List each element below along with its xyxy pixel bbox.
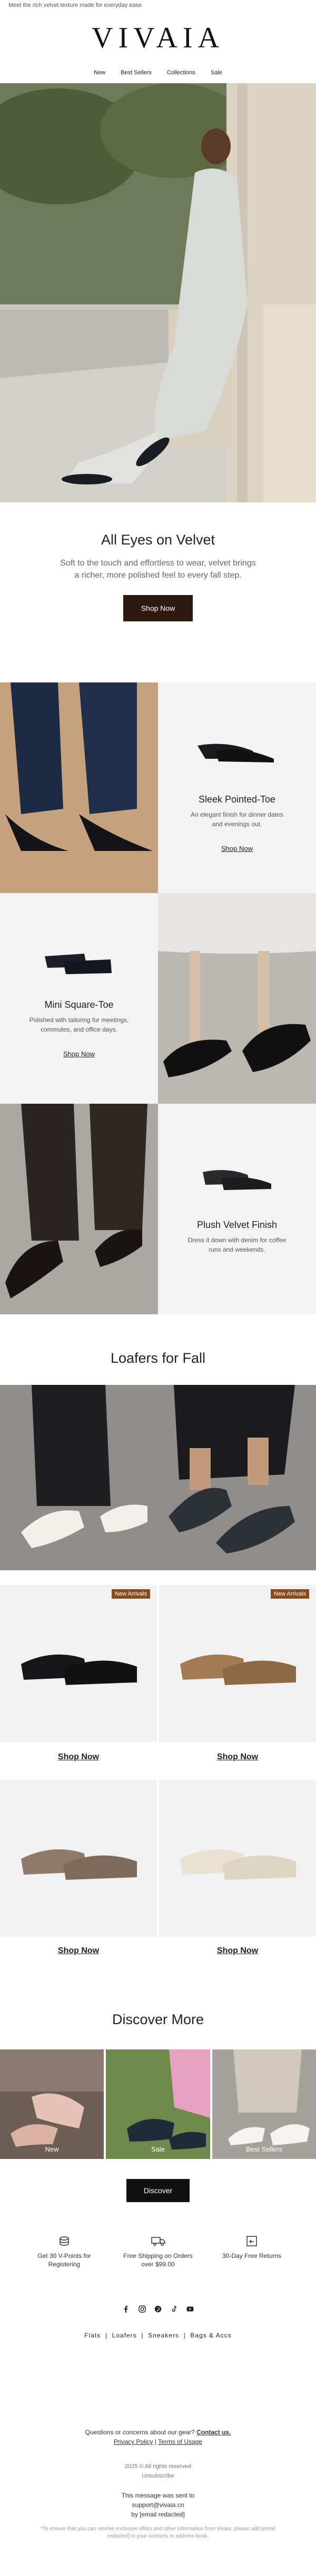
new-arrivals-badge-2: New Arrivals bbox=[271, 1589, 310, 1599]
coins-icon bbox=[58, 2235, 71, 2250]
perk-free-returns: 30-Day Free Returns bbox=[222, 2252, 282, 2260]
discover-best-sellers-photo bbox=[212, 2049, 316, 2159]
nav-item-sale[interactable]: Sale bbox=[211, 70, 222, 76]
tile-link-pointed-toe[interactable]: Shop Now bbox=[158, 845, 316, 853]
product-shop-now-3[interactable]: Shop Now bbox=[0, 1946, 157, 1956]
footer-disclaimer: *To ensure that you can receive exclusiv… bbox=[41, 2526, 275, 2539]
tile-desc-square-toe: Polished with tailoring for meetings, co… bbox=[29, 1016, 129, 1033]
pinterest-icon[interactable] bbox=[154, 2305, 162, 2315]
product-card-1[interactable] bbox=[0, 1585, 157, 1742]
footer-questions: Questions or concerns about our gear? Co… bbox=[0, 2428, 316, 2437]
tile-title-plush-velvet: Plush Velvet Finish bbox=[196, 1220, 278, 1230]
plush-velvet-product-photo bbox=[203, 1170, 271, 1190]
brand-logo[interactable]: VIVAIA bbox=[0, 23, 316, 53]
tile-image-pointed-toe[interactable] bbox=[0, 682, 158, 893]
discover-caption-new: New bbox=[45, 2145, 59, 2153]
footer-policy-links: Privacy Policy | Terms of Usage bbox=[0, 2437, 316, 2446]
youtube-icon[interactable] bbox=[186, 2305, 194, 2315]
category-divider: | bbox=[103, 2332, 110, 2339]
instagram-icon[interactable] bbox=[138, 2305, 146, 2315]
privacy-policy-link[interactable]: Privacy Policy bbox=[114, 2438, 153, 2445]
discover-caption-sale: Sale bbox=[151, 2145, 165, 2153]
terms-link[interactable]: Terms of Usage bbox=[158, 2438, 202, 2445]
nav-item-collections[interactable]: Collections bbox=[167, 70, 195, 76]
tan-loafer-photo bbox=[180, 1654, 296, 1685]
loafers-banner-image[interactable] bbox=[0, 1385, 316, 1570]
tile-title-pointed-toe: Sleek Pointed-Toe bbox=[198, 794, 276, 805]
tile-title-square-toe: Mini Square-Toe bbox=[44, 999, 114, 1010]
tile-link-square-toe[interactable]: Shop Now bbox=[0, 1050, 158, 1058]
perk-free-shipping: Free Shipping on Orders over $99.00 bbox=[123, 2252, 193, 2268]
tile-desc-pointed-toe: An elegant finish for dinner dates and e… bbox=[191, 811, 283, 828]
product-shop-now-2[interactable]: Shop Now bbox=[159, 1752, 316, 1762]
product-card-3[interactable] bbox=[0, 1780, 157, 1937]
discover-best-sellers[interactable] bbox=[212, 2049, 316, 2159]
tiktok-icon[interactable] bbox=[171, 2305, 178, 2315]
unsubscribe-link[interactable]: Unsubscribe bbox=[0, 2472, 316, 2481]
shop-now-button[interactable]: Shop Now bbox=[123, 595, 193, 621]
preheader-text: Meet the rich velvet texture made for ev… bbox=[8, 2, 142, 8]
product-card-4[interactable] bbox=[159, 1780, 316, 1937]
category-divider: | bbox=[139, 2332, 146, 2339]
velvet-description: Soft to the touch and effortless to wear… bbox=[60, 559, 256, 580]
discover-caption-best-sellers: Best Sellers bbox=[245, 2145, 283, 2153]
product-shop-now-1[interactable]: Shop Now bbox=[0, 1752, 157, 1762]
tile-desc-plush-velvet: Dress it down with denim for coffee runs… bbox=[187, 1236, 287, 1253]
product-card-2[interactable] bbox=[159, 1585, 316, 1742]
social-links bbox=[122, 2305, 194, 2315]
product-shop-now-4[interactable]: Shop Now bbox=[159, 1946, 316, 1956]
discover-button[interactable]: Discover bbox=[126, 2179, 190, 2202]
pointed-toe-product-photo bbox=[197, 744, 274, 762]
discover-sale-photo bbox=[106, 2049, 210, 2159]
category-divider: | bbox=[181, 2332, 189, 2339]
cream-loafer-photo bbox=[180, 1849, 296, 1880]
nav-item-best-sellers[interactable]: Best Sellers bbox=[121, 70, 152, 76]
square-toe-product-photo bbox=[45, 954, 112, 974]
policy-divider: | bbox=[154, 2438, 156, 2445]
discover-new[interactable] bbox=[0, 2049, 104, 2159]
category-bags[interactable]: Bags & Accs bbox=[190, 2332, 231, 2339]
discover-new-photo bbox=[0, 2049, 104, 2159]
contact-us-link[interactable]: Contact us. bbox=[196, 2429, 231, 2436]
new-arrivals-badge-1: New Arrivals bbox=[112, 1589, 151, 1599]
copyright-text: 2025 © All rights reserved bbox=[124, 2463, 192, 2470]
nav-item-new[interactable]: New bbox=[94, 70, 105, 76]
tile-mini-square-toe bbox=[0, 893, 158, 1104]
email-page: { "preheader": "Meet the rich velvet tex… bbox=[0, 0, 316, 2576]
tile-image-square-toe[interactable] bbox=[158, 893, 316, 1104]
hero-image[interactable] bbox=[0, 83, 316, 502]
sent-to-email: support@vivaia.cn bbox=[132, 2501, 184, 2509]
velvet-title: All Eyes on Velvet bbox=[101, 532, 215, 548]
facebook-icon[interactable] bbox=[122, 2305, 130, 2315]
hero-photo bbox=[0, 83, 316, 502]
loafers-title: Loafers for Fall bbox=[110, 1350, 206, 1366]
perk-vpoints: Get 30 V-Points for Registering bbox=[37, 2252, 91, 2268]
category-flats[interactable]: Flats bbox=[84, 2332, 101, 2339]
tile-image-plush-velvet[interactable] bbox=[0, 1104, 158, 1314]
top-nav: New Best Sellers Collections Sale bbox=[0, 70, 316, 76]
return-box-icon bbox=[245, 2235, 258, 2250]
tile-pointed-toe bbox=[158, 682, 316, 893]
discover-sale[interactable] bbox=[106, 2049, 210, 2159]
square-toe-photo bbox=[158, 893, 316, 1104]
category-links: Flats | Loafers | Sneakers | Bags & Accs bbox=[0, 2332, 316, 2339]
plush-velvet-photo bbox=[0, 1104, 158, 1314]
truck-icon bbox=[151, 2235, 166, 2250]
questions-text: Questions or concerns about our gear? bbox=[85, 2429, 195, 2436]
discover-title: Discover More bbox=[112, 2012, 204, 2027]
loafers-banner-photo bbox=[0, 1385, 316, 1570]
category-loafers[interactable]: Loafers bbox=[112, 2332, 137, 2339]
pointed-toe-photo bbox=[0, 682, 158, 893]
tweed-loafer-photo bbox=[21, 1849, 137, 1880]
category-sneakers[interactable]: Sneakers bbox=[148, 2332, 179, 2339]
sent-to-text: This message was sent to bbox=[121, 2492, 195, 2499]
black-loafer-photo bbox=[21, 1654, 137, 1685]
tile-plush-velvet bbox=[158, 1104, 316, 1314]
sent-by-text: by [email redacted] bbox=[131, 2511, 185, 2518]
